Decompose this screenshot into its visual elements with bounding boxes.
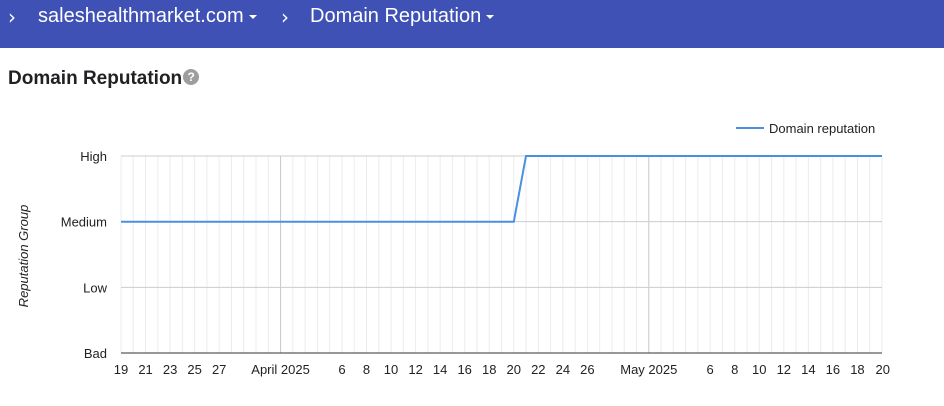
x-tick-label: 6 <box>338 362 345 377</box>
x-tick-label: 21 <box>138 362 152 377</box>
x-tick-label: 14 <box>433 362 447 377</box>
breadcrumb-dashboard-dropdown[interactable]: Domain Reputation <box>310 5 495 28</box>
x-tick-label: 18 <box>850 362 864 377</box>
y-tick-label: Low <box>83 280 107 295</box>
x-tick-label: 26 <box>580 362 594 377</box>
x-tick-label: 12 <box>408 362 422 377</box>
x-tick-label: 18 <box>482 362 496 377</box>
x-tick-label: 6 <box>707 362 714 377</box>
breadcrumb-dashboard-label: Domain Reputation <box>310 5 482 27</box>
top-app-bar: › saleshealthmarket.com › Domain Reputat… <box>0 0 944 48</box>
x-tick-label: 22 <box>531 362 545 377</box>
breadcrumb-chevron-icon: › <box>281 5 289 29</box>
x-tick-label: 23 <box>163 362 177 377</box>
y-tick-label: Medium <box>61 215 107 230</box>
x-tick-label: 16 <box>457 362 471 377</box>
page-title-row: Domain Reputation? <box>8 68 200 90</box>
x-tick-label: 20 <box>507 362 521 377</box>
x-tick-label: May 2025 <box>620 362 677 377</box>
x-tick-label: 24 <box>556 362 570 377</box>
x-tick-label: 8 <box>363 362 370 377</box>
caret-down-icon <box>486 14 495 19</box>
x-tick-label: 8 <box>731 362 738 377</box>
x-axis-ticks: 19 21 23 25 27 April 2025 6 8 10 12 14 16 18 20 22 24 26… <box>114 362 890 377</box>
breadcrumb-domain-dropdown[interactable]: saleshealthmarket.com <box>38 5 257 28</box>
chart-grid <box>120 155 883 354</box>
x-tick-label: 19 <box>114 362 128 377</box>
y-axis-ticks: Bad Low Medium High <box>61 149 108 361</box>
x-tick-label: 12 <box>777 362 791 377</box>
x-tick-label: 16 <box>826 362 840 377</box>
page-title: Domain Reputation <box>8 68 183 89</box>
x-tick-label: 14 <box>801 362 815 377</box>
caret-down-icon <box>248 14 257 19</box>
x-tick-label: 25 <box>187 362 201 377</box>
domain-reputation-chart: BadLowMediumHigh 19 21 23 25 27 April 2025 6 8 1… <box>16 121 890 377</box>
x-tick-label: 10 <box>384 362 398 377</box>
help-icon[interactable]: ? <box>183 69 200 85</box>
x-tick-label: 20 <box>876 362 890 377</box>
x-tick-label: April 2025 <box>251 362 310 377</box>
breadcrumb-domain-label: saleshealthmarket.com <box>38 5 244 27</box>
chart-legend: Domain reputation <box>736 121 875 136</box>
x-tick-label: 10 <box>752 362 766 377</box>
y-axis-label: Reputation Group <box>16 205 31 308</box>
x-tick-label: 27 <box>212 362 226 377</box>
y-tick-label: High <box>80 149 107 164</box>
legend-label: Domain reputation <box>769 121 875 136</box>
y-tick-label: Bad <box>84 346 107 361</box>
breadcrumb-chevron-icon: › <box>8 5 16 29</box>
